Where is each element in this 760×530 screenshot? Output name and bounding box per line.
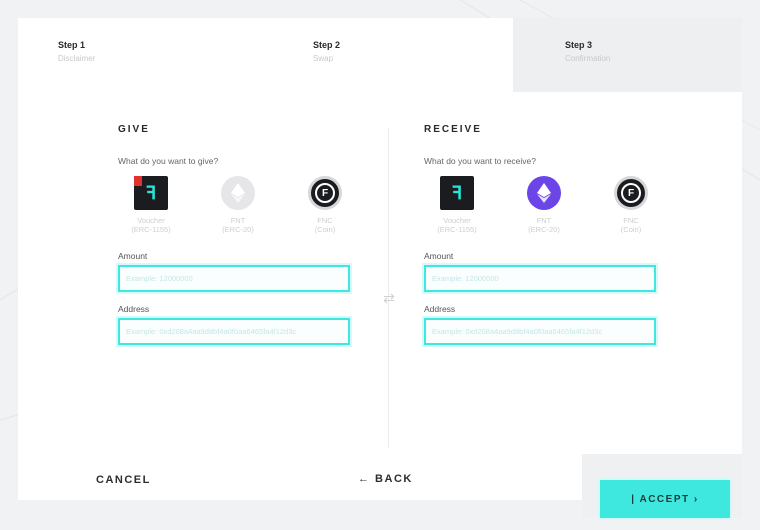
give-panel: GIVE What do you want to give? ꟻ Voucher… (118, 124, 356, 345)
step-title: Step 2 (313, 40, 341, 50)
token-label: Voucher (ERC-1155) (437, 216, 477, 235)
token-label: Voucher (ERC-1155) (131, 216, 171, 235)
swap-card: Step 1 Disclaimer Step 2 Swap Step 3 Con… (18, 18, 742, 518)
receive-amount-label: Amount (424, 250, 454, 261)
give-token-voucher[interactable]: ꟻ Voucher (ERC-1155) (118, 176, 184, 235)
step-subtitle: Confirmation (565, 54, 611, 63)
give-amount-label: Amount (118, 250, 148, 261)
token-label: FNT (ERC-20) (528, 216, 560, 235)
step-subtitle: Disclaimer (58, 54, 96, 63)
give-amount-input[interactable] (118, 264, 350, 292)
ethereum-icon (527, 176, 561, 210)
fnc-coin-icon: F (614, 176, 648, 210)
swap-arrows-icon: ⇄ (383, 290, 395, 306)
token-label: FNC (Coin) (314, 216, 336, 235)
receive-amount-input[interactable] (424, 264, 656, 292)
receive-address-label: Address (424, 303, 456, 314)
voucher-icon: ꟻ (134, 176, 168, 210)
step-2: Step 2 Swap (273, 18, 513, 92)
give-address-label: Address (118, 303, 150, 314)
receive-token-fnt[interactable]: FNT (ERC-20) (511, 176, 577, 235)
give-token-fnc[interactable]: F FNC (Coin) (292, 176, 358, 235)
give-question: What do you want to give? (118, 156, 219, 166)
stepper: Step 1 Disclaimer Step 2 Swap Step 3 Con… (18, 18, 742, 92)
step-3-active: Step 3 Confirmation (513, 18, 742, 92)
receive-title: RECEIVE (424, 124, 482, 135)
column-divider (388, 128, 389, 448)
step-subtitle: Swap (313, 54, 334, 63)
receive-token-voucher[interactable]: ꟻ Voucher (ERC-1155) (424, 176, 490, 235)
give-title: GIVE (118, 124, 150, 135)
give-token-fnt[interactable]: FNT (ERC-20) (205, 176, 271, 235)
receive-token-list: ꟻ Voucher (ERC-1155) FNT (ERC-20) F FNC … (424, 176, 664, 235)
receive-panel: RECEIVE What do you want to receive? ꟻ V… (424, 124, 662, 345)
give-address-input[interactable] (118, 317, 350, 345)
accept-button[interactable]: | ACCEPT › (600, 480, 730, 518)
step-title: Step 1 (58, 40, 86, 50)
give-token-list: ꟻ Voucher (ERC-1155) FNT (ERC-20) F FNC … (118, 176, 358, 235)
receive-token-fnc[interactable]: F FNC (Coin) (598, 176, 664, 235)
token-label: FNC (Coin) (620, 216, 642, 235)
receive-question: What do you want to receive? (424, 156, 536, 166)
back-button[interactable]: ← BACK (358, 473, 413, 485)
fnc-coin-icon: F (308, 176, 342, 210)
receive-address-input[interactable] (424, 317, 656, 345)
accept-area: | ACCEPT › (582, 454, 742, 518)
step-title: Step 3 (565, 40, 593, 50)
voucher-icon: ꟻ (440, 176, 474, 210)
ethereum-icon (221, 176, 255, 210)
step-1: Step 1 Disclaimer (18, 18, 273, 92)
cancel-button[interactable]: CANCEL (96, 474, 151, 486)
token-label: FNT (ERC-20) (222, 216, 254, 235)
